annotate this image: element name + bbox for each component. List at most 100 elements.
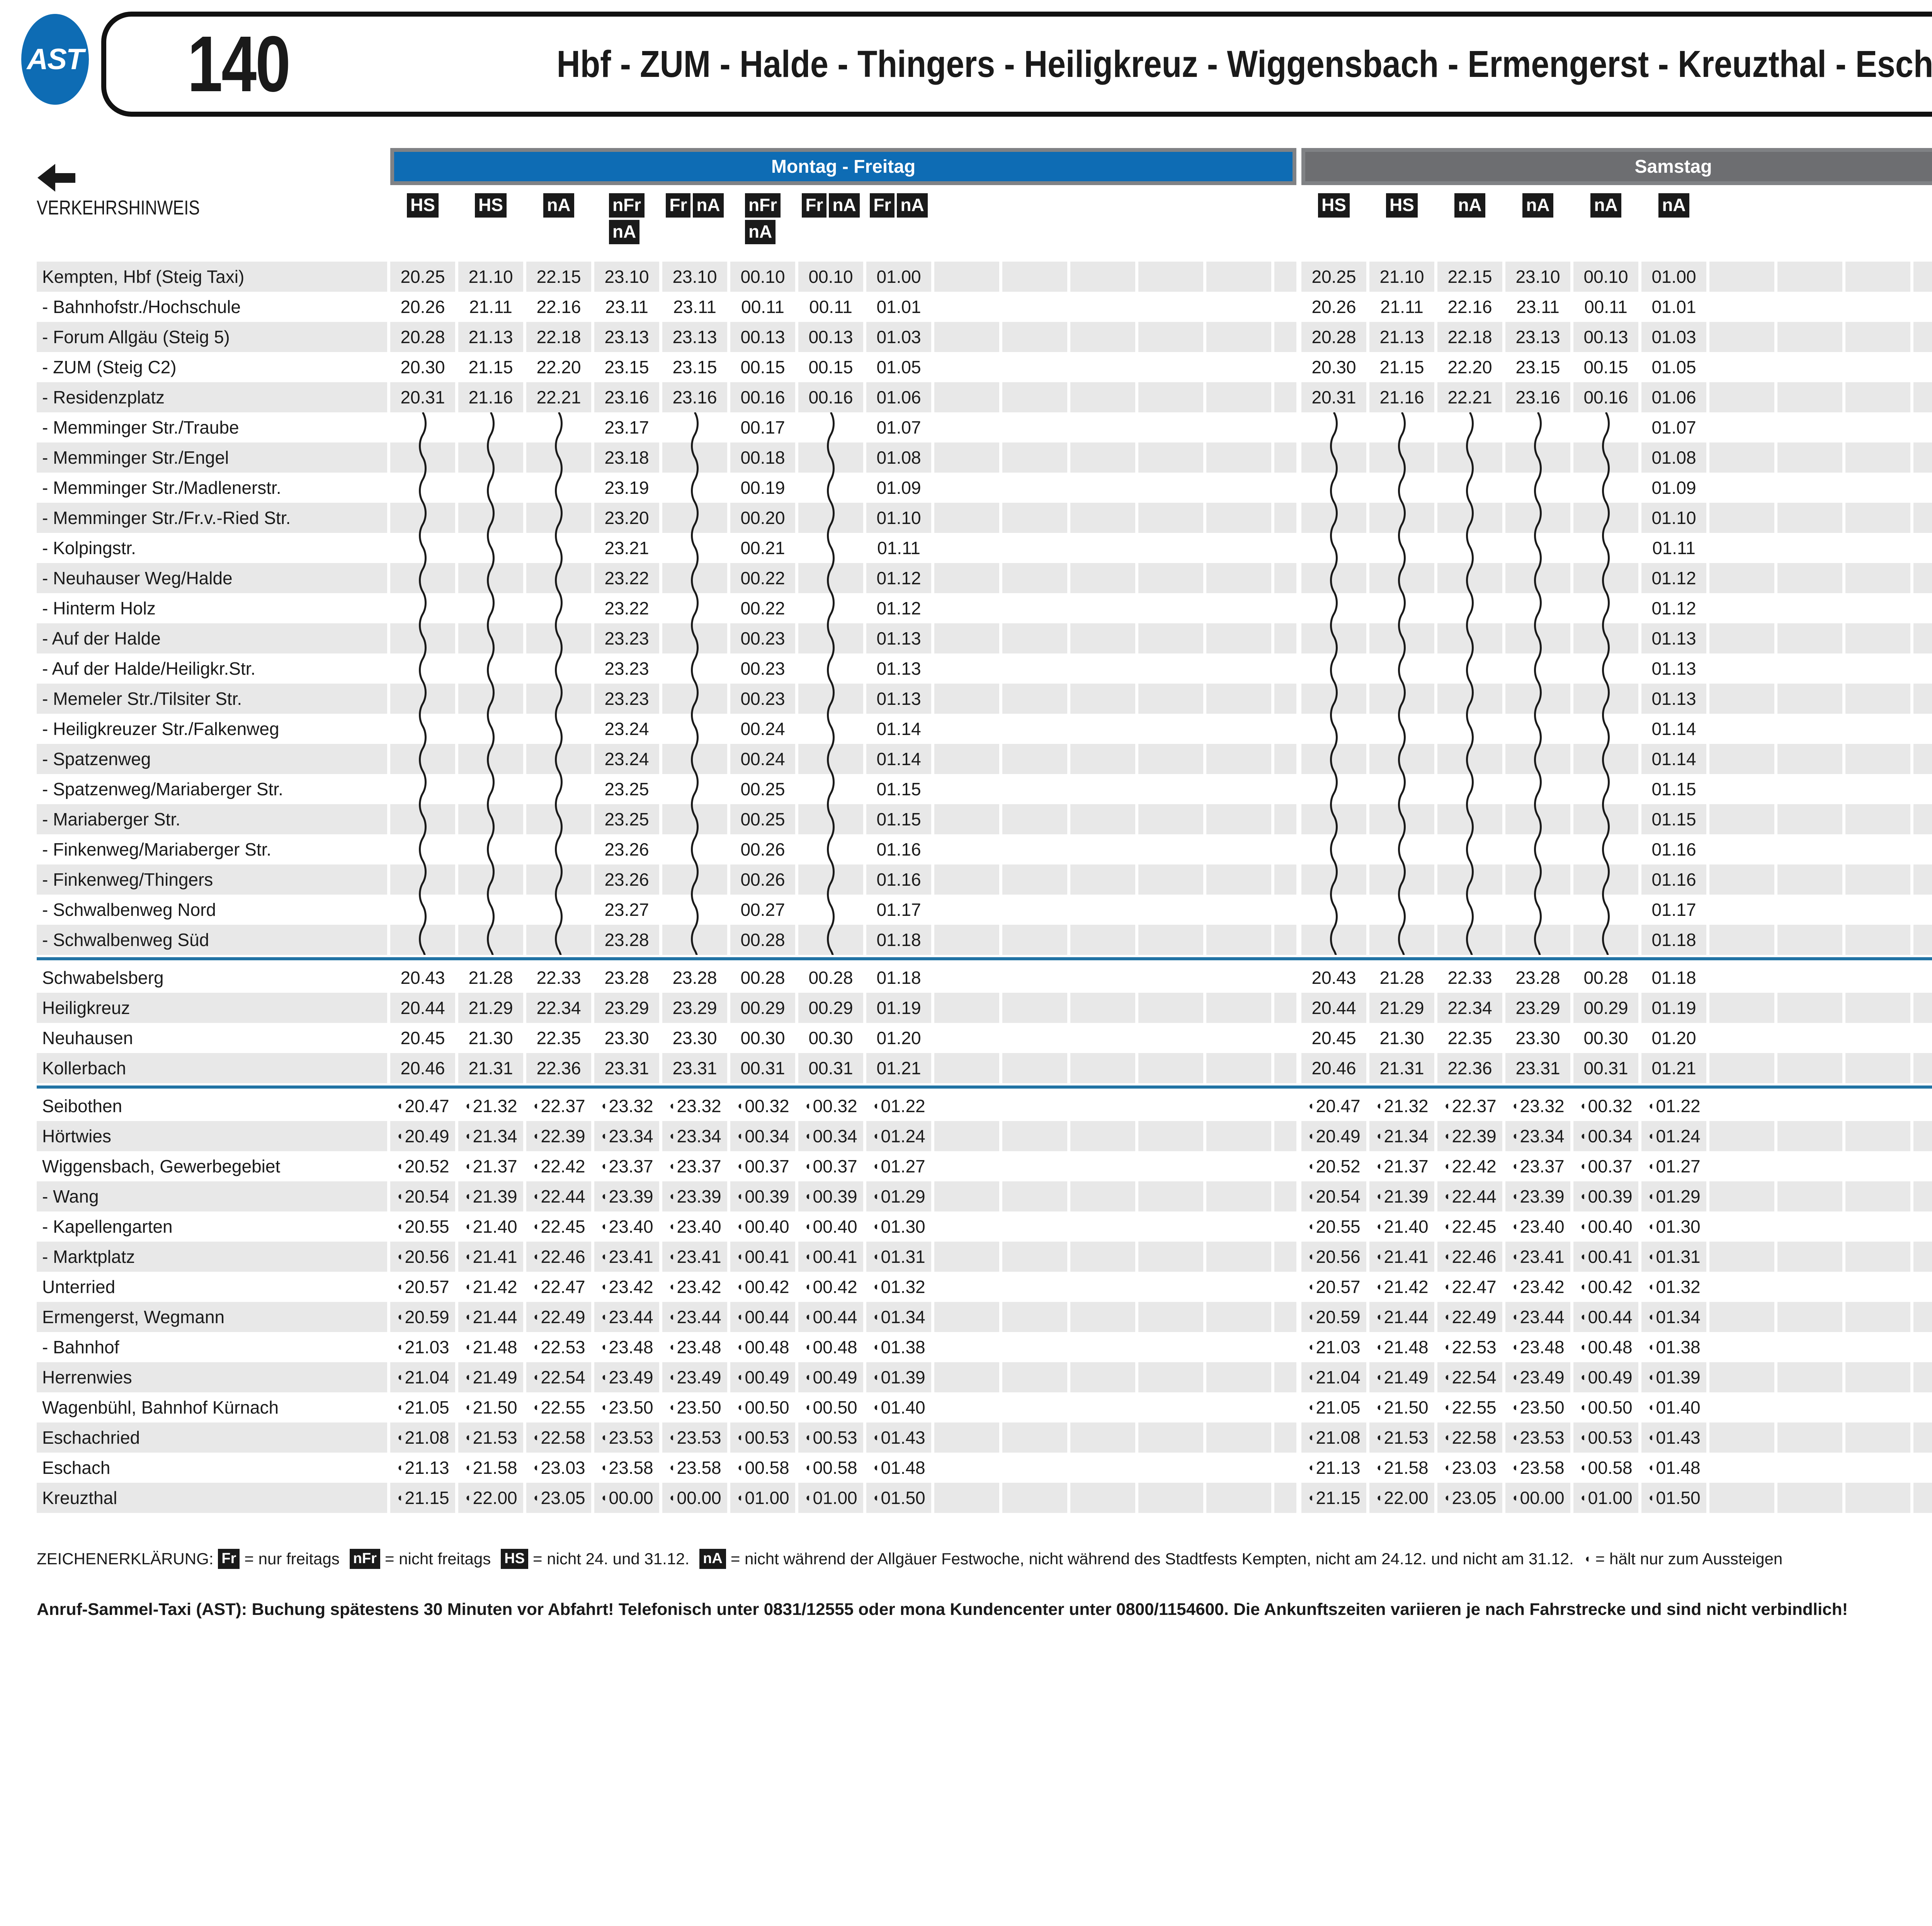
exit-only-icon: ◖ bbox=[396, 1311, 403, 1323]
time-cell bbox=[1138, 1053, 1203, 1083]
exit-only-icon: ◖ bbox=[736, 1341, 743, 1353]
time-cell: 00.19 bbox=[730, 473, 795, 503]
stop-name: - ZUM (Steig C2) bbox=[37, 352, 387, 382]
exit-only-icon: ◖ bbox=[532, 1221, 539, 1232]
time-cell: ◖20.57 bbox=[1301, 1272, 1366, 1302]
time-cell bbox=[934, 262, 999, 292]
time-cell: 00.31 bbox=[1573, 1053, 1638, 1083]
time-cell bbox=[1709, 262, 1774, 292]
time-cell bbox=[1845, 563, 1910, 593]
time-cell: 22.21 bbox=[526, 382, 591, 412]
time-cell: 01.17 bbox=[866, 895, 931, 925]
time-cell bbox=[934, 804, 999, 834]
empty-cell bbox=[1274, 684, 1296, 714]
time-cell bbox=[1070, 714, 1135, 744]
time-cell bbox=[1437, 895, 1502, 925]
exit-only-icon: ◖ bbox=[1375, 1462, 1382, 1473]
time-cell: 23.23 bbox=[594, 623, 659, 653]
service-note-badge: nA bbox=[1522, 193, 1553, 218]
time-cell bbox=[1138, 804, 1203, 834]
ast-booking-note: Anruf-Sammel-Taxi (AST): Buchung spätest… bbox=[37, 1600, 1932, 1619]
time-cell bbox=[1777, 503, 1842, 533]
table-row: - Marktplatz◖20.56◖21.41◖22.46◖23.41◖23.… bbox=[37, 1242, 1932, 1272]
time-cell bbox=[1573, 684, 1638, 714]
time-cell bbox=[1505, 804, 1570, 834]
time-cell: 23.31 bbox=[662, 1053, 727, 1083]
exit-only-icon: ◖ bbox=[1584, 1552, 1591, 1565]
time-cell: 01.12 bbox=[866, 563, 931, 593]
time-cell: ◖21.37 bbox=[458, 1151, 523, 1181]
time-cell: 22.18 bbox=[526, 322, 591, 352]
time-cell bbox=[458, 442, 523, 473]
time-cell bbox=[526, 442, 591, 473]
time-cell bbox=[1913, 1181, 1932, 1211]
time-cell bbox=[1845, 1151, 1910, 1181]
time-cell bbox=[1709, 1242, 1774, 1272]
time-cell: 00.28 bbox=[798, 963, 863, 993]
time-cell bbox=[1070, 563, 1135, 593]
exit-only-icon: ◖ bbox=[736, 1130, 743, 1142]
time-cell bbox=[934, 593, 999, 623]
time-cell bbox=[1573, 834, 1638, 864]
empty-cell bbox=[1274, 1483, 1296, 1513]
service-note-badge: Fr bbox=[666, 193, 690, 218]
exit-only-icon: ◖ bbox=[600, 1281, 607, 1293]
time-cell bbox=[662, 473, 727, 503]
time-cell: 20.26 bbox=[1301, 292, 1366, 322]
exit-only-icon: ◖ bbox=[1375, 1100, 1382, 1112]
time-cell: 22.33 bbox=[1437, 963, 1502, 993]
stop-name: - Marktplatz bbox=[37, 1242, 387, 1272]
time-cell bbox=[1301, 864, 1366, 895]
time-cell bbox=[934, 1121, 999, 1151]
exit-only-icon: ◖ bbox=[804, 1251, 811, 1262]
exit-only-icon: ◖ bbox=[1443, 1462, 1450, 1473]
table-row: - Residenzplatz20.3121.1622.2123.1623.16… bbox=[37, 382, 1932, 412]
time-cell: ◖01.40 bbox=[1641, 1392, 1706, 1422]
time-cell: 01.21 bbox=[1641, 1053, 1706, 1083]
time-cell bbox=[1002, 412, 1067, 442]
exit-only-icon: ◖ bbox=[1511, 1462, 1518, 1473]
time-cell: ◖00.41 bbox=[798, 1242, 863, 1272]
time-cell: ◖00.32 bbox=[730, 1091, 795, 1121]
time-cell bbox=[1138, 442, 1203, 473]
time-cell: ◖23.39 bbox=[594, 1181, 659, 1211]
time-cell bbox=[1845, 1181, 1910, 1211]
time-cell: 20.43 bbox=[1301, 963, 1366, 993]
time-cell bbox=[1777, 1422, 1842, 1453]
time-cell: ◖23.42 bbox=[594, 1272, 659, 1302]
time-cell bbox=[1206, 1272, 1271, 1302]
time-cell: ◖20.56 bbox=[390, 1242, 455, 1272]
exit-only-icon: ◖ bbox=[532, 1402, 539, 1413]
time-cell bbox=[934, 714, 999, 744]
time-cell: ◖20.47 bbox=[390, 1091, 455, 1121]
time-cell: ◖23.53 bbox=[594, 1422, 659, 1453]
time-cell bbox=[1913, 834, 1932, 864]
time-cell: 01.16 bbox=[1641, 864, 1706, 895]
exit-only-icon: ◖ bbox=[1443, 1402, 1450, 1413]
exit-only-icon: ◖ bbox=[1443, 1492, 1450, 1504]
time-cell bbox=[1777, 292, 1842, 322]
time-cell bbox=[1845, 442, 1910, 473]
time-cell bbox=[526, 684, 591, 714]
stop-name: Kreuzthal bbox=[37, 1483, 387, 1513]
time-cell bbox=[526, 563, 591, 593]
time-cell bbox=[1777, 684, 1842, 714]
time-cell bbox=[1777, 1272, 1842, 1302]
exit-only-icon: ◖ bbox=[1647, 1251, 1654, 1262]
time-cell bbox=[526, 503, 591, 533]
stop-name: - Spatzenweg/Mariaberger Str. bbox=[37, 774, 387, 804]
table-row: - Bahnhof◖21.03◖21.48◖22.53◖23.48◖23.48◖… bbox=[37, 1332, 1932, 1362]
time-cell bbox=[1777, 1453, 1842, 1483]
time-cell: ◖00.41 bbox=[730, 1242, 795, 1272]
time-cell bbox=[1206, 322, 1271, 352]
time-cell: ◖00.49 bbox=[798, 1362, 863, 1392]
time-cell bbox=[1913, 473, 1932, 503]
time-cell bbox=[1206, 473, 1271, 503]
time-cell: ◖22.53 bbox=[1437, 1332, 1502, 1362]
time-cell: ◖23.42 bbox=[1505, 1272, 1570, 1302]
time-cell: ◖00.50 bbox=[1573, 1392, 1638, 1422]
exit-only-icon: ◖ bbox=[668, 1432, 675, 1443]
time-cell bbox=[1206, 1392, 1271, 1422]
time-cell: ◖01.30 bbox=[1641, 1211, 1706, 1242]
time-cell bbox=[1505, 533, 1570, 563]
